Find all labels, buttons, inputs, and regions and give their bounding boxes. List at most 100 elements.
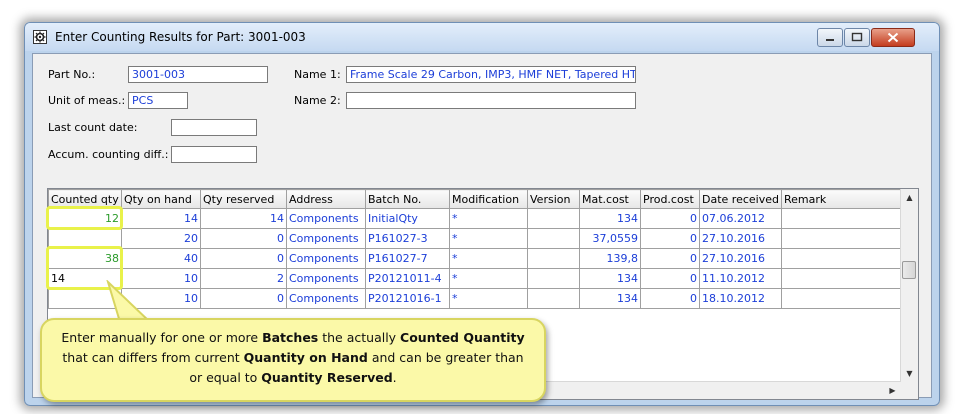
remark-cell: [780, 248, 902, 269]
callout-bold: Quantity on Hand: [243, 350, 368, 365]
col-header[interactable]: Batch No.: [365, 189, 450, 209]
date-received-cell: 18.10.2012: [699, 288, 782, 309]
grid-header: Counted qty Qty on hand Qty reserved Add…: [48, 189, 902, 209]
name1-label: Name 1:: [294, 68, 341, 81]
minimize-button[interactable]: [817, 28, 843, 47]
unit-of-measure-field[interactable]: PCS: [128, 92, 188, 109]
maximize-button[interactable]: [844, 28, 870, 47]
callout-note: Enter manually for one or more Batches t…: [40, 318, 546, 402]
callout-text: the actually: [318, 330, 401, 345]
version-cell: [527, 288, 580, 309]
callout-text: Enter manually for one or more: [61, 330, 263, 345]
last-count-date-label: Last count date:: [48, 121, 138, 134]
prod-cost-cell: 0: [640, 228, 700, 249]
table-row[interactable]: 20 0 Components P161027-3 * 37,0559 0 27…: [48, 228, 902, 249]
maximize-icon: [851, 32, 863, 42]
qty-on-hand-cell: 20: [121, 228, 201, 249]
col-header[interactable]: Address: [286, 189, 366, 209]
modification-cell: *: [449, 288, 528, 309]
scroll-thumb[interactable]: [902, 261, 916, 279]
name1-field[interactable]: Frame Scale 29 Carbon, IMP3, HMF NET, Ta…: [346, 66, 636, 83]
table-row[interactable]: 12 14 14 Components InitialQty * 134 0 0…: [48, 208, 902, 229]
batch-no-cell: P20121011-4: [365, 268, 450, 289]
accum-counting-diff-field[interactable]: [171, 146, 257, 163]
part-no-label: Part No.:: [48, 68, 96, 81]
batch-no-cell: P161027-7: [365, 248, 450, 269]
qty-reserved-cell: 2: [200, 268, 287, 289]
prod-cost-cell: 0: [640, 288, 700, 309]
close-button[interactable]: [871, 28, 915, 47]
date-received-cell: 27.10.2016: [699, 228, 782, 249]
col-header[interactable]: Mat.cost: [579, 189, 641, 209]
unit-of-measure-label: Unit of meas.:: [48, 94, 126, 107]
mat-cost-cell: 37,0559: [579, 228, 641, 249]
col-header[interactable]: Remark: [780, 189, 902, 209]
remark-cell: [780, 288, 902, 309]
title-bar[interactable]: Enter Counting Results for Part: 3001-00…: [25, 23, 939, 51]
batch-no-cell: InitialQty: [365, 208, 450, 229]
callout-bold: Quantity Reserved: [261, 370, 393, 385]
batch-no-cell: P161027-3: [365, 228, 450, 249]
minimize-icon: [826, 39, 834, 41]
last-count-date-field[interactable]: [171, 119, 257, 136]
accum-counting-diff-label: Accum. counting diff.:: [48, 148, 169, 161]
modification-cell: *: [449, 228, 528, 249]
version-cell: [527, 248, 580, 269]
qty-reserved-cell: 14: [200, 208, 287, 229]
address-cell: Components: [286, 248, 366, 269]
qty-reserved-cell: 0: [200, 228, 287, 249]
address-cell: Components: [286, 228, 366, 249]
prod-cost-cell: 0: [640, 268, 700, 289]
col-header[interactable]: Prod.cost: [640, 189, 700, 209]
mat-cost-cell: 134: [579, 208, 641, 229]
qty-on-hand-cell: 14: [121, 208, 201, 229]
address-cell: Components: [286, 288, 366, 309]
address-cell: Components: [286, 268, 366, 289]
callout-text: .: [392, 370, 397, 385]
qty-reserved-cell: 0: [200, 248, 287, 269]
callout-text: that can differs from current: [62, 350, 244, 365]
qty-on-hand-cell: 40: [121, 248, 201, 269]
remark-cell: [780, 208, 902, 229]
callout-bold: Batches: [262, 330, 319, 345]
table-row[interactable]: 14 10 2 Components P20121011-4 * 134 0 1…: [48, 268, 902, 289]
date-received-cell: 11.10.2012: [699, 268, 782, 289]
name2-field[interactable]: [346, 92, 636, 109]
table-row[interactable]: 10 0 Components P20121016-1 * 134 0 18.1…: [48, 288, 902, 309]
vertical-scrollbar[interactable]: ▲ ▼: [900, 189, 918, 399]
table-row[interactable]: 38 40 0 Components P161027-7 * 139,8 0 2…: [48, 248, 902, 269]
callout-bold: Counted Quantity: [400, 330, 525, 345]
qty-reserved-cell: 0: [200, 288, 287, 309]
remark-cell: [780, 228, 902, 249]
date-received-cell: 07.06.2012: [699, 208, 782, 229]
version-cell: [527, 208, 580, 229]
counting-table: Counted qty Qty on hand Qty reserved Add…: [48, 189, 902, 309]
prod-cost-cell: 0: [640, 208, 700, 229]
name2-label: Name 2:: [294, 94, 341, 107]
gear-icon: [33, 30, 47, 44]
scroll-right-icon[interactable]: ▶: [884, 382, 901, 399]
remark-cell: [780, 268, 902, 289]
date-received-cell: 27.10.2016: [699, 248, 782, 269]
mat-cost-cell: 134: [579, 288, 641, 309]
scroll-up-icon[interactable]: ▲: [901, 189, 918, 206]
col-header[interactable]: Qty on hand: [121, 189, 201, 209]
version-cell: [527, 268, 580, 289]
scroll-down-icon[interactable]: ▼: [901, 365, 918, 382]
prod-cost-cell: 0: [640, 248, 700, 269]
col-header[interactable]: Modification: [449, 189, 528, 209]
part-no-field[interactable]: 3001-003: [128, 66, 268, 83]
modification-cell: *: [449, 268, 528, 289]
close-icon: [887, 32, 899, 43]
batch-no-cell: P20121016-1: [365, 288, 450, 309]
modification-cell: *: [449, 208, 528, 229]
col-header[interactable]: Date received: [699, 189, 782, 209]
address-cell: Components: [286, 208, 366, 229]
col-header[interactable]: Version: [527, 189, 580, 209]
modification-cell: *: [449, 248, 528, 269]
col-header[interactable]: Qty reserved: [200, 189, 287, 209]
version-cell: [527, 228, 580, 249]
mat-cost-cell: 139,8: [579, 248, 641, 269]
mat-cost-cell: 134: [579, 268, 641, 289]
window-title: Enter Counting Results for Part: 3001-00…: [55, 30, 306, 44]
